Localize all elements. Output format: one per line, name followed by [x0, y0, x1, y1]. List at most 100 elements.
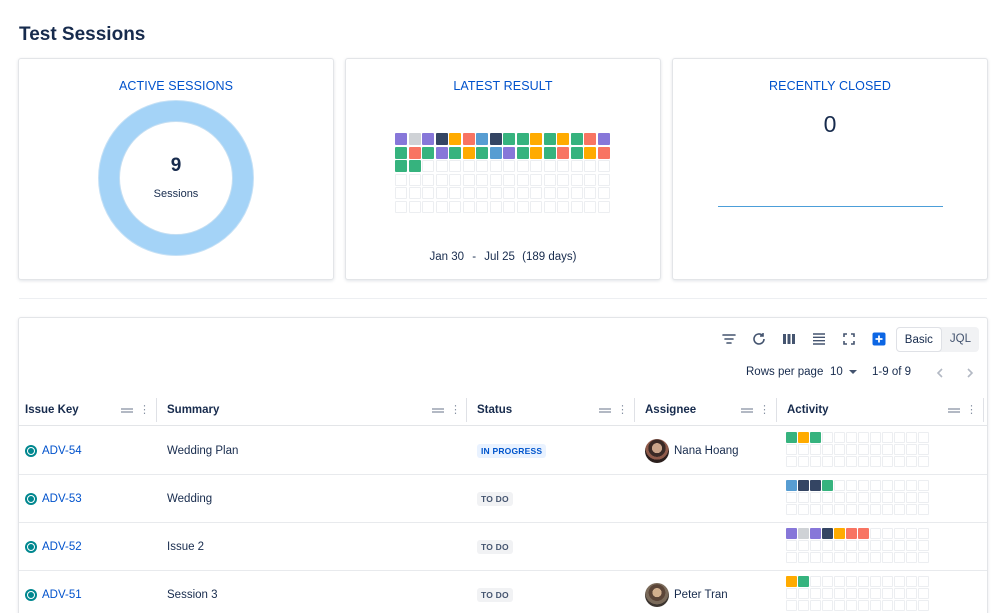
- more-vertical-icon[interactable]: ⋮: [450, 404, 461, 416]
- activity-cell: [822, 432, 833, 443]
- issue-key-link[interactable]: ADV-52: [42, 523, 82, 571]
- result-grid-cell: [476, 160, 488, 172]
- column-separator[interactable]: [156, 398, 157, 422]
- activity-cell: [786, 480, 797, 491]
- more-vertical-icon[interactable]: ⋮: [966, 404, 977, 416]
- status-badge[interactable]: TO DO: [477, 540, 513, 554]
- issue-type-icon: [25, 493, 37, 505]
- avatar[interactable]: [645, 439, 669, 463]
- column-header-issue-key[interactable]: Issue Key: [25, 396, 79, 426]
- column-header-summary[interactable]: Summary: [167, 396, 219, 426]
- summary-cell[interactable]: Wedding Plan: [167, 427, 238, 475]
- summary-cell[interactable]: Wedding: [167, 475, 212, 523]
- jql-mode-button[interactable]: JQL: [942, 327, 979, 352]
- latest-result-card[interactable]: LATEST RESULT Jan 30 - Jul 25 (189 days): [345, 58, 661, 280]
- summary-cell[interactable]: Session 3: [167, 571, 218, 613]
- fullscreen-icon[interactable]: [838, 328, 860, 350]
- table-row[interactable]: ADV-53 Wedding TO DO: [19, 475, 987, 523]
- activity-grid: [786, 480, 929, 515]
- activity-cell: [810, 492, 821, 503]
- activity-cell: [882, 456, 893, 467]
- activity-cell: [906, 492, 917, 503]
- result-grid-cell: [449, 133, 461, 145]
- activity-cell: [882, 492, 893, 503]
- issue-key-link[interactable]: ADV-53: [42, 475, 82, 523]
- basic-mode-button[interactable]: Basic: [895, 327, 942, 352]
- drag-handle-icon[interactable]: [432, 407, 444, 413]
- activity-cell: [786, 600, 797, 611]
- add-icon[interactable]: [868, 328, 890, 350]
- filter-icon[interactable]: [718, 328, 740, 350]
- column-header-activity[interactable]: Activity: [787, 396, 829, 426]
- drag-handle-icon[interactable]: [948, 407, 960, 413]
- more-vertical-icon[interactable]: ⋮: [617, 404, 628, 416]
- summary-cell[interactable]: Issue 2: [167, 523, 204, 571]
- result-grid-cell: [462, 187, 475, 199]
- activity-cell: [834, 552, 845, 563]
- refresh-icon[interactable]: [748, 328, 770, 350]
- recently-closed-title: RECENTLY CLOSED: [769, 79, 891, 93]
- result-grid-cell: [435, 187, 448, 199]
- result-grid-cell: [570, 133, 583, 145]
- column-separator[interactable]: [466, 398, 467, 422]
- drag-handle-icon[interactable]: [741, 407, 753, 413]
- result-grid-cell: [489, 173, 502, 186]
- status-badge[interactable]: IN PROGRESS: [477, 444, 547, 458]
- assignee-name[interactable]: Peter Tran: [674, 571, 728, 613]
- activity-cell: [822, 576, 833, 587]
- table-row[interactable]: ADV-52 Issue 2 TO DO: [19, 523, 987, 571]
- activity-cell: [834, 492, 845, 503]
- activity-grid: [786, 528, 929, 563]
- column-separator[interactable]: [634, 398, 635, 422]
- activity-cell: [870, 456, 881, 467]
- table-row[interactable]: ADV-51 Session 3 TO DO Peter Tran: [19, 571, 987, 613]
- result-grid-cell: [584, 146, 596, 159]
- drag-handle-icon[interactable]: [121, 407, 133, 413]
- avatar[interactable]: [645, 583, 669, 607]
- query-mode-toggle[interactable]: Basic JQL: [895, 327, 979, 352]
- rows-per-page-select[interactable]: 10: [830, 366, 857, 378]
- activity-cell: [858, 588, 869, 599]
- result-grid-cell: [543, 173, 556, 186]
- result-grid-cell: [435, 146, 448, 159]
- more-vertical-icon[interactable]: ⋮: [139, 404, 150, 416]
- activity-cell: [870, 576, 881, 587]
- table-row[interactable]: ADV-54 Wedding Plan IN PROGRESS Nana Hoang: [19, 427, 987, 475]
- activity-cell: [846, 480, 857, 491]
- result-grid-cell: [435, 173, 448, 186]
- more-vertical-icon[interactable]: ⋮: [759, 404, 770, 416]
- column-separator[interactable]: [776, 398, 777, 422]
- result-grid-cell: [462, 133, 475, 145]
- activity-cell: [834, 540, 845, 551]
- issue-key-link[interactable]: ADV-54: [42, 427, 82, 475]
- active-sessions-card[interactable]: ACTIVE SESSIONS 9 Sessions: [18, 58, 334, 280]
- result-grid-cell: [408, 146, 421, 159]
- status-badge[interactable]: TO DO: [477, 492, 513, 506]
- result-grid-cell: [395, 173, 407, 186]
- assignee-name[interactable]: Nana Hoang: [674, 427, 739, 475]
- result-grid-cell: [408, 187, 421, 199]
- activity-cell: [870, 432, 881, 443]
- activity-cell: [882, 600, 893, 611]
- activity-cell: [858, 600, 869, 611]
- activity-cell: [858, 528, 869, 539]
- status-badge[interactable]: TO DO: [477, 588, 513, 602]
- column-header-assignee[interactable]: Assignee: [645, 396, 696, 426]
- previous-page-icon[interactable]: [929, 362, 951, 384]
- result-grid-cell: [597, 200, 610, 213]
- activity-cell: [846, 540, 857, 551]
- columns-icon[interactable]: [778, 328, 800, 350]
- activity-cell: [894, 432, 905, 443]
- result-grid-cell: [462, 146, 475, 159]
- drag-handle-icon[interactable]: [599, 407, 611, 413]
- result-grid-cell: [489, 200, 502, 213]
- issue-key-link[interactable]: ADV-51: [42, 571, 82, 613]
- next-page-icon[interactable]: [959, 362, 981, 384]
- result-grid-cell: [584, 200, 596, 213]
- recently-closed-card[interactable]: RECENTLY CLOSED 0: [672, 58, 988, 280]
- activity-cell: [834, 456, 845, 467]
- density-icon[interactable]: [808, 328, 830, 350]
- activity-cell: [798, 528, 809, 539]
- column-header-status[interactable]: Status: [477, 396, 512, 426]
- column-separator[interactable]: [983, 398, 984, 422]
